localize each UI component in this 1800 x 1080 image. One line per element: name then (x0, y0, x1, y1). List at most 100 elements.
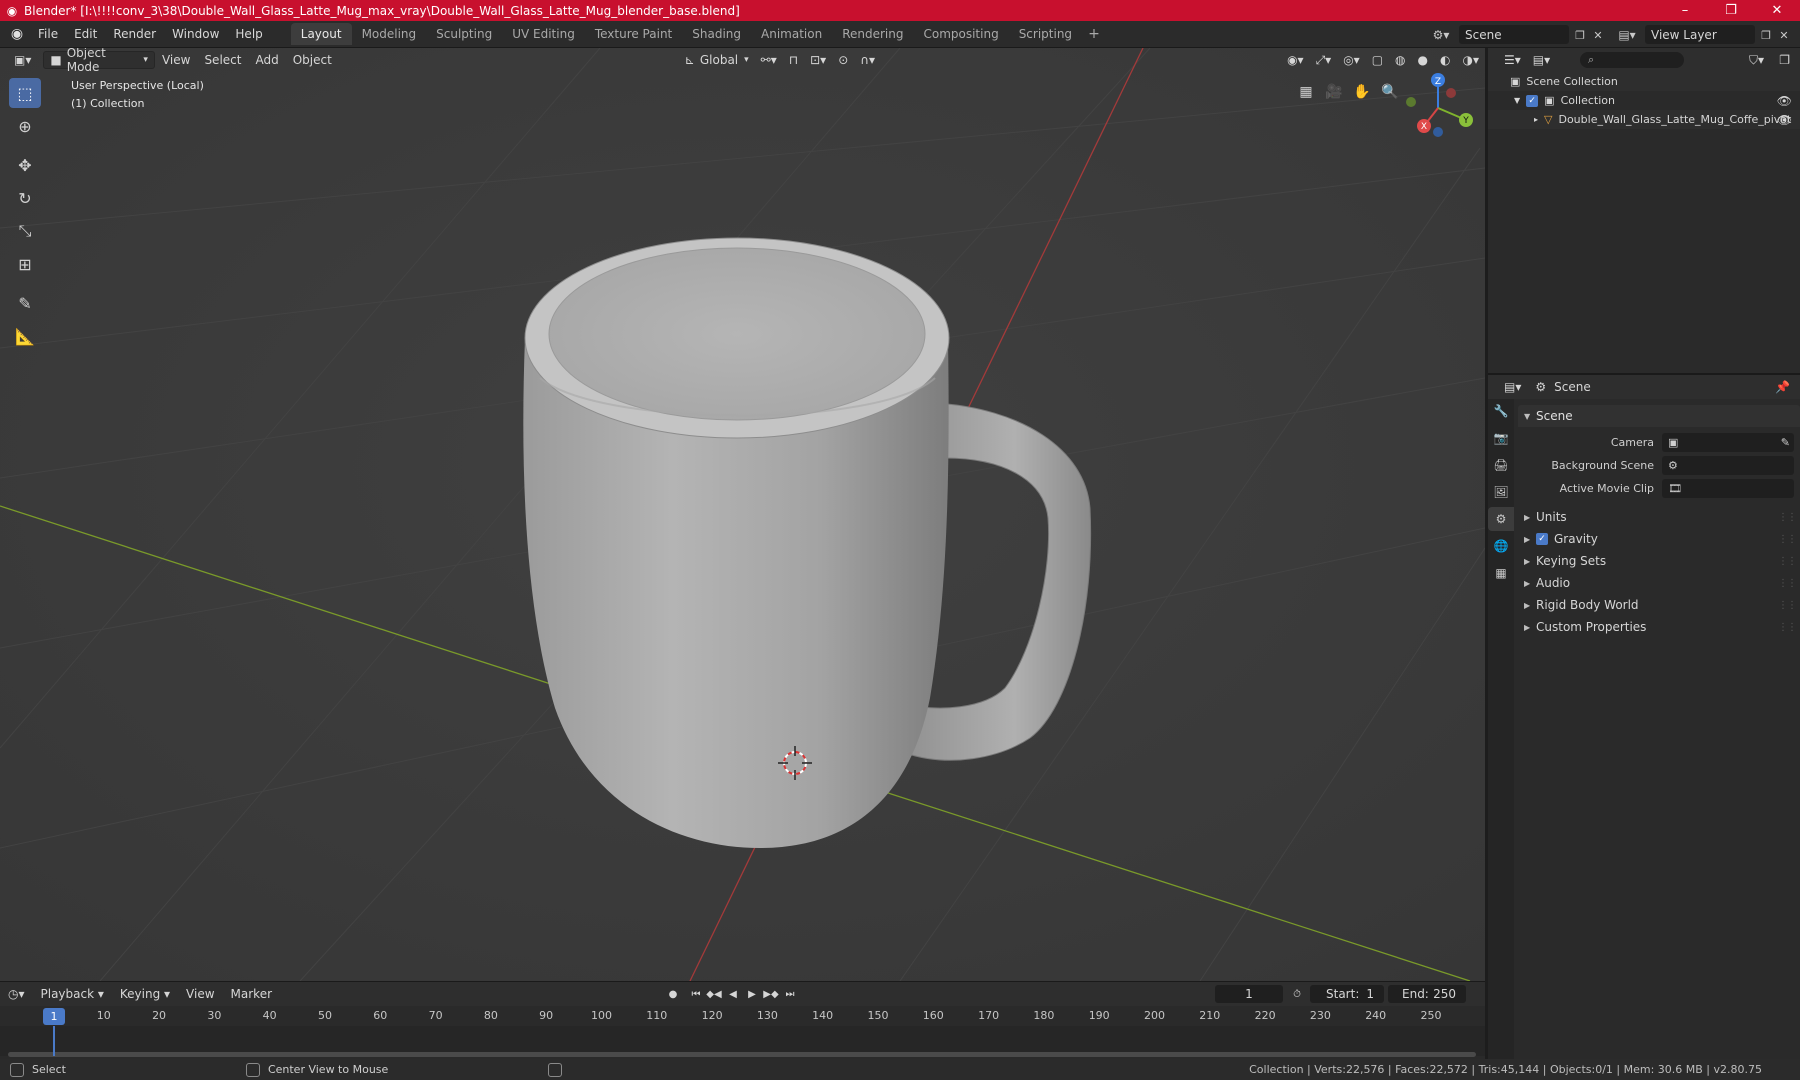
audio-subpanel[interactable]: ▶ Audio ⋮⋮ (1518, 572, 1800, 594)
menu-edit[interactable]: Edit (66, 24, 105, 44)
menu-render[interactable]: Render (105, 24, 164, 44)
outliner-editor-type-icon[interactable]: ☰▾ (1498, 51, 1527, 69)
scene-panel-header[interactable]: ▼ Scene (1518, 405, 1800, 427)
view-layer-field[interactable]: View Layer (1645, 25, 1755, 44)
texture-tab-icon[interactable]: ▦ (1488, 561, 1514, 585)
viewport-menu-view[interactable]: View (155, 53, 197, 67)
active-movie-clip-field[interactable]: 🎞 (1662, 479, 1794, 498)
scale-tool-icon[interactable]: ⤡ (9, 216, 41, 246)
object-visibility-eye-icon[interactable]: 👁 (1777, 113, 1792, 127)
drag-handle-icon[interactable]: ⋮⋮ (1778, 600, 1797, 611)
properties-editor-type-icon[interactable]: ▤▾ (1498, 378, 1527, 396)
close-button[interactable]: ✕ (1754, 0, 1800, 21)
cursor-tool-icon[interactable]: ⊕ (9, 111, 41, 141)
play-icon[interactable]: ▶ (744, 986, 760, 1002)
stopwatch-icon[interactable]: ⏱ (1289, 986, 1305, 1002)
xray-icon[interactable]: ▢ (1366, 51, 1389, 69)
play-reverse-icon[interactable]: ◀ (725, 986, 741, 1002)
menu-file[interactable]: File (30, 24, 66, 44)
timeline-menu-marker[interactable]: Marker (223, 987, 280, 1001)
wireframe-shading-icon[interactable]: ◍ (1389, 51, 1411, 69)
add-workspace-button[interactable]: + (1082, 23, 1106, 45)
overlays-icon[interactable]: ◎▾ (1337, 51, 1366, 69)
tab-sculpting[interactable]: Sculpting (426, 23, 502, 45)
eyedropper-icon[interactable]: ✎ (1781, 436, 1790, 449)
delete-scene-icon[interactable]: ✕ (1589, 26, 1607, 44)
3d-viewport[interactable]: Z Y X ▣▾ ■ Object Mode ▾ View Select Add… (0, 48, 1485, 981)
measure-tool-icon[interactable]: 📐 (9, 321, 41, 351)
units-subpanel[interactable]: ▶ Units ⋮⋮ (1518, 506, 1800, 528)
falloff-icon[interactable]: ∩▾ (854, 51, 881, 69)
drag-handle-icon[interactable]: ⋮⋮ (1778, 534, 1797, 545)
tool-tab-icon[interactable]: 🔧 (1488, 399, 1514, 423)
outliner-row-collection[interactable]: ▼ ✓ ▣ Collection 👁 (1488, 91, 1800, 110)
gizmo-toggle-icon[interactable]: ⤢▾ (1310, 51, 1338, 69)
outliner-row-scene-collection[interactable]: ▣ Scene Collection (1488, 72, 1800, 91)
end-frame-field[interactable]: End: 250 (1388, 985, 1466, 1003)
menu-help[interactable]: Help (227, 24, 270, 44)
proportional-edit-icon[interactable]: ⊙ (832, 51, 854, 69)
output-tab-icon[interactable]: 🖨 (1488, 453, 1514, 477)
display-mode-icon[interactable]: ▤▾ (1527, 51, 1556, 69)
tab-compositing[interactable]: Compositing (913, 23, 1008, 45)
mode-dropdown[interactable]: ■ Object Mode ▾ (43, 48, 155, 74)
background-scene-field[interactable]: ⚙ (1662, 456, 1794, 475)
timeline-menu-keying[interactable]: Keying ▾ (112, 987, 178, 1001)
annotate-tool-icon[interactable]: ✎ (9, 288, 41, 318)
editor-type-icon[interactable]: ▣▾ (8, 51, 37, 69)
viewport-menu-object[interactable]: Object (286, 53, 339, 67)
current-frame-field[interactable]: 1 (1215, 985, 1283, 1003)
filter-icon[interactable]: ⛉▾ (1743, 51, 1770, 69)
zoom-icon[interactable]: 🔍 (1378, 80, 1402, 104)
snap-target-icon[interactable]: ⊡▾ (804, 51, 832, 69)
new-view-layer-icon[interactable]: ❐ (1757, 26, 1775, 44)
delete-view-layer-icon[interactable]: ✕ (1775, 26, 1793, 44)
solid-shading-icon[interactable]: ● (1412, 51, 1434, 69)
jump-start-icon[interactable]: ⏮ (688, 986, 704, 1002)
pin-icon[interactable]: 📌 (1775, 380, 1790, 394)
current-frame-cursor[interactable]: 1 (43, 1008, 65, 1025)
material-shading-icon[interactable]: ◐ (1434, 51, 1456, 69)
maximize-button[interactable]: ❐ (1708, 0, 1754, 21)
view-layer-tab-icon[interactable]: 🖼 (1488, 480, 1514, 504)
scene-selector-icon[interactable]: ⚙▾ (1426, 25, 1456, 44)
pan-hand-icon[interactable]: ✋ (1350, 80, 1374, 104)
timeline-menu-playback[interactable]: Playback ▾ (33, 987, 112, 1001)
tab-scripting[interactable]: Scripting (1009, 23, 1082, 45)
keying-sets-subpanel[interactable]: ▶ Keying Sets ⋮⋮ (1518, 550, 1800, 572)
custom-properties-subpanel[interactable]: ▶ Custom Properties ⋮⋮ (1518, 616, 1800, 638)
new-collection-icon[interactable]: ❐ (1773, 51, 1796, 69)
drag-handle-icon[interactable]: ⋮⋮ (1778, 512, 1797, 523)
record-icon[interactable]: ● (665, 986, 681, 1002)
timeline-ruler[interactable]: 1 10 20 30 40 50 60 70 80 90 100 110 120 130 140 150 160… (0, 1006, 1485, 1026)
timeline-track[interactable] (0, 1026, 1485, 1057)
select-box-tool-icon[interactable]: ⬚ (9, 78, 41, 108)
new-scene-icon[interactable]: ❐ (1571, 26, 1589, 44)
scene-name-field[interactable]: Scene (1459, 25, 1569, 44)
viewport-menu-select[interactable]: Select (197, 53, 248, 67)
view-layer-selector-icon[interactable]: ▤▾ (1612, 25, 1642, 44)
transform-orientation-dropdown[interactable]: ⊾ Global ▾ (679, 51, 755, 69)
transform-tool-icon[interactable]: ⊞ (9, 249, 41, 279)
tab-animation[interactable]: Animation (751, 23, 832, 45)
menu-window[interactable]: Window (164, 24, 227, 44)
tab-rendering[interactable]: Rendering (832, 23, 913, 45)
pivot-point-icon[interactable]: ⚯▾ (755, 51, 783, 69)
scene-tab-icon[interactable]: ⚙ (1488, 507, 1514, 531)
timeline-editor-type-icon[interactable]: ◷▾ (0, 987, 33, 1001)
minimize-button[interactable]: – (1662, 0, 1708, 21)
outliner-row-object[interactable]: ▸ ▽ Double_Wall_Glass_Latte_Mug_Coffe_pi… (1488, 110, 1800, 129)
render-tab-icon[interactable]: 📷 (1488, 426, 1514, 450)
drag-handle-icon[interactable]: ⋮⋮ (1778, 556, 1797, 567)
blender-logo-icon[interactable]: ◉ (4, 24, 30, 44)
jump-end-icon[interactable]: ⏭ (782, 986, 798, 1002)
rigid-body-world-subpanel[interactable]: ▶ Rigid Body World ⋮⋮ (1518, 594, 1800, 616)
timeline-scrollbar[interactable] (8, 1052, 1476, 1057)
collection-visibility-eye-icon[interactable]: 👁 (1777, 94, 1792, 108)
collection-exclude-checkbox[interactable]: ✓ (1526, 94, 1539, 107)
gravity-subpanel[interactable]: ▶ ✓ Gravity ⋮⋮ (1518, 528, 1800, 550)
tab-modeling[interactable]: Modeling (352, 23, 427, 45)
visibility-icon[interactable]: ◉▾ (1281, 51, 1310, 69)
expand-arrow-icon[interactable]: ▼ (1514, 96, 1520, 105)
world-tab-icon[interactable]: 🌐 (1488, 534, 1514, 558)
